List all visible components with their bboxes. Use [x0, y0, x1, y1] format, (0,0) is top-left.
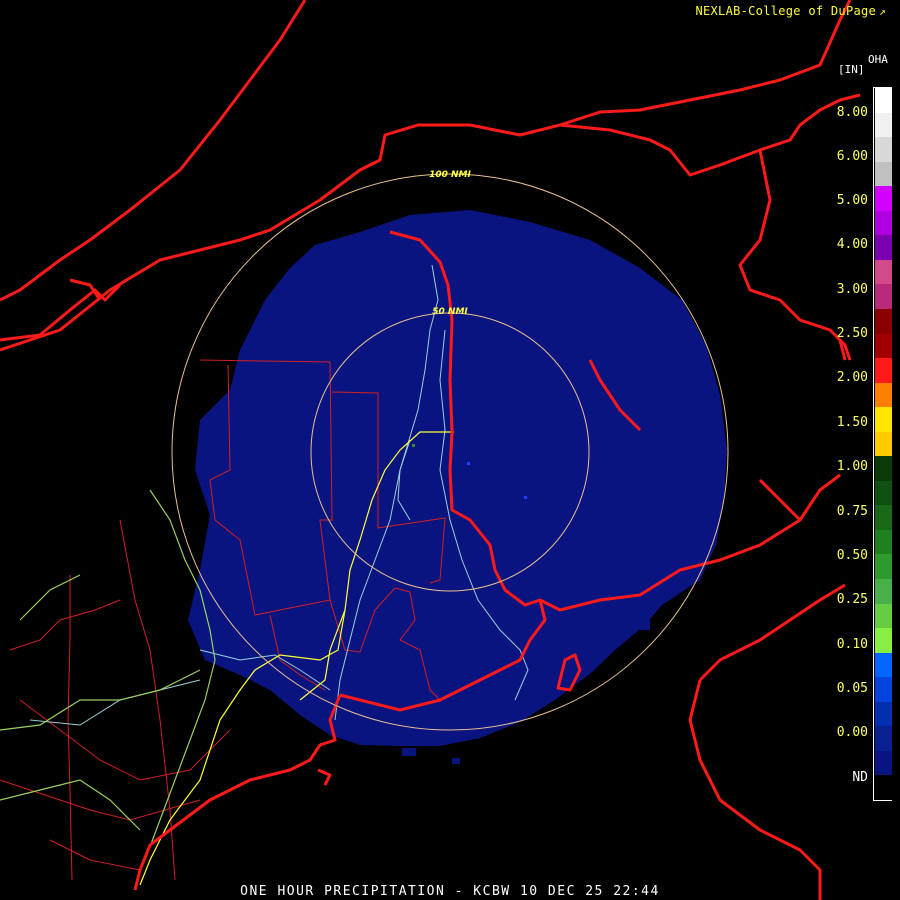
color-scale-swatch — [875, 628, 892, 654]
color-scale-label: 0.10 — [836, 637, 868, 652]
color-scale-swatch — [875, 554, 892, 580]
color-scale-label: 0.50 — [836, 548, 868, 563]
color-scale-swatch — [875, 579, 892, 605]
color-scale-label: 3.00 — [836, 282, 868, 297]
color-scale-swatch — [875, 161, 892, 187]
color-scale-swatch — [875, 308, 892, 334]
range-ring-label-50: 50 NMI — [432, 307, 468, 317]
color-scale-swatch — [875, 456, 892, 482]
color-scale-label: 0.75 — [836, 504, 868, 519]
color-scale-swatch — [875, 505, 892, 531]
color-scale-swatch — [875, 480, 892, 506]
color-scale-label: 2.50 — [836, 326, 868, 341]
color-scale-swatch — [875, 88, 892, 114]
color-scale-bar — [873, 87, 892, 801]
radar-map: 100 NMI 50 NMI — [0, 0, 861, 900]
color-scale-swatch — [875, 210, 892, 236]
color-scale-swatch — [875, 284, 892, 310]
color-scale-swatch — [875, 677, 892, 703]
color-scale-swatch — [875, 603, 892, 629]
color-scale-label: 0.05 — [836, 681, 868, 696]
color-scale-label: ND — [852, 770, 868, 785]
range-ring-label-100: 100 NMI — [429, 170, 471, 180]
product-caption: ONE HOUR PRECIPITATION - KCBW 10 DEC 25 … — [240, 884, 660, 899]
color-scale-label: 0.00 — [836, 725, 868, 740]
color-scale-swatch — [875, 137, 892, 163]
color-scale-label: 6.00 — [836, 149, 868, 164]
color-scale-label: 8.00 — [836, 105, 868, 120]
color-scale-label: 4.00 — [836, 237, 868, 252]
color-scale-swatch — [875, 726, 892, 752]
color-scale-swatch — [875, 358, 892, 384]
color-scale-label: 2.00 — [836, 370, 868, 385]
color-scale-swatch — [875, 259, 892, 285]
color-scale-swatch — [875, 112, 892, 138]
color-scale-swatch — [875, 407, 892, 433]
precip-echo-area — [188, 210, 727, 764]
product-code: OHA — [868, 53, 888, 66]
color-scale-swatch — [875, 235, 892, 261]
units-label: [IN] — [838, 63, 865, 76]
color-scale-swatch — [875, 382, 892, 408]
color-scale-swatch — [875, 652, 892, 678]
color-scale-swatch — [875, 701, 892, 727]
external-link-icon: ↗ — [879, 5, 886, 18]
color-scale-label: 1.00 — [836, 459, 868, 474]
color-scale-swatch — [875, 186, 892, 212]
color-scale-label: 5.00 — [836, 193, 868, 208]
color-scale-swatch — [875, 529, 892, 555]
color-scale-label: 1.50 — [836, 415, 868, 430]
credit-label: NEXLAB-College of DuPage — [695, 4, 877, 18]
color-scale-swatch — [875, 775, 892, 801]
color-scale-swatch — [875, 431, 892, 457]
color-scale-swatch — [875, 750, 892, 776]
credit-text: NEXLAB-College of DuPage ↗ — [695, 4, 886, 18]
color-scale-swatch — [875, 333, 892, 359]
color-scale-label: 0.25 — [836, 592, 868, 607]
